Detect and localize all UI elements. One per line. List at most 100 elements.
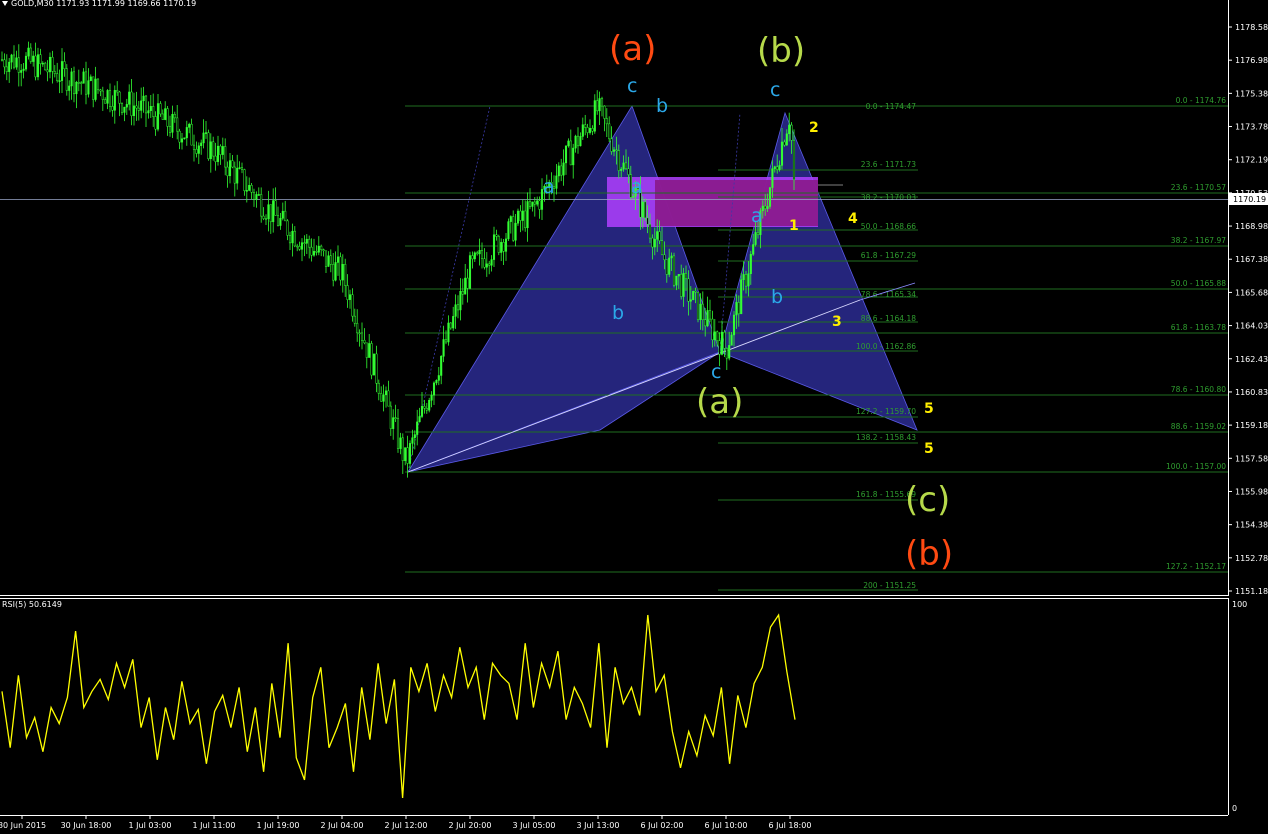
fib-label: 50.0 - 1165.88 (1171, 279, 1226, 288)
candle-body (454, 304, 457, 317)
time-tick-label: 6 Jul 10:00 (705, 821, 748, 830)
candle-body (250, 185, 253, 193)
candle-body (742, 274, 745, 280)
candle-body (737, 302, 740, 315)
candle-body (524, 210, 527, 229)
subwave-c: c (711, 361, 721, 383)
candle-body (65, 68, 68, 91)
wave-number: 5 (924, 401, 934, 417)
candle-body (106, 90, 109, 104)
candle-body (272, 200, 275, 223)
candle-body (315, 251, 318, 253)
candle-body (699, 303, 702, 320)
candle-body (344, 264, 347, 286)
candle-body (473, 252, 476, 260)
candle-body (536, 200, 539, 205)
candle-body (728, 345, 731, 359)
candle-body (764, 205, 767, 209)
candle-body (341, 264, 344, 281)
candle-body (701, 303, 704, 321)
candle-body (788, 124, 791, 135)
subwave-b: b (612, 302, 624, 324)
candle-body (399, 437, 402, 449)
candle-body (56, 73, 59, 81)
fib-label: 127.2 - 1152.17 (1166, 562, 1226, 571)
candle-body (188, 123, 191, 128)
candle-body (533, 201, 536, 205)
candle-body (202, 132, 205, 144)
price-tick-label: 1168.98 (1235, 222, 1268, 231)
subwave-a: a (631, 176, 643, 198)
candle-body (447, 322, 450, 343)
candle-body (348, 294, 352, 300)
candle-body (120, 103, 124, 113)
dropdown-triangle-icon[interactable] (2, 1, 8, 6)
candle-body (353, 315, 356, 324)
candle-body (226, 166, 229, 177)
candle-body (449, 322, 452, 329)
candle-body (128, 91, 131, 105)
candle-body (137, 107, 140, 111)
candle-body (557, 165, 560, 177)
candle-body (70, 71, 73, 87)
candle-body (370, 343, 373, 376)
candle-body (387, 390, 390, 407)
candle-body (322, 249, 325, 252)
candle-body (96, 78, 100, 91)
candle-body (485, 263, 488, 268)
symbol-header: GOLD,M30 1171.93 1171.99 1169.66 1170.19 (2, 0, 196, 8)
fib-label: 127.2 - 1159.70 (856, 407, 916, 416)
candle-body (51, 56, 54, 72)
candle-body (197, 145, 200, 154)
candle-body (63, 61, 66, 70)
candle-body (771, 168, 774, 188)
fib-label: 100.0 - 1162.86 (856, 342, 916, 351)
candle-body (135, 105, 138, 109)
candle-body (276, 215, 280, 226)
candle-body (766, 206, 769, 209)
candle-body (300, 242, 304, 250)
candle-body (36, 54, 40, 78)
candle-body (240, 167, 244, 170)
current-price-marker: 1170.19 (1229, 193, 1268, 205)
candle-body (617, 150, 620, 171)
candle-body (257, 194, 260, 196)
fib-label: 138.2 - 1158.43 (856, 433, 916, 442)
candle-body (704, 319, 707, 327)
candle-body (15, 57, 18, 68)
candle-body (192, 144, 196, 150)
candle-body (420, 406, 424, 417)
candle-body (46, 69, 49, 73)
candle-body (591, 128, 594, 132)
candle-body (380, 393, 383, 402)
candle-body (408, 443, 412, 464)
candle-body (735, 302, 738, 316)
candle-body (608, 123, 611, 140)
candle-body (123, 106, 126, 113)
candle-body (356, 323, 359, 334)
candle-body (653, 239, 656, 248)
candle-body (778, 165, 781, 170)
candle-body (324, 250, 328, 267)
time-tick-label: 2 Jul 12:00 (385, 821, 428, 830)
candle-body (504, 238, 508, 252)
rsi-panel (1, 613, 796, 799)
candle-body (430, 394, 433, 401)
candle-body (212, 141, 215, 157)
candle-body (516, 210, 520, 224)
candle-body (360, 332, 364, 341)
candle-body (492, 234, 496, 260)
candle-body (480, 250, 484, 259)
candle-body (418, 416, 421, 423)
candle-body (579, 136, 582, 147)
candle-body (675, 275, 678, 286)
candle-body (576, 135, 580, 147)
candle-body (382, 394, 385, 402)
candle-body (312, 251, 316, 256)
candle-body (279, 218, 282, 226)
candle-body (706, 310, 709, 327)
candle-body (776, 166, 779, 170)
fib-label: 0.0 - 1174.76 (1176, 96, 1227, 105)
candle-body (682, 272, 685, 297)
price-tick-label: 1152.78 (1235, 554, 1268, 563)
